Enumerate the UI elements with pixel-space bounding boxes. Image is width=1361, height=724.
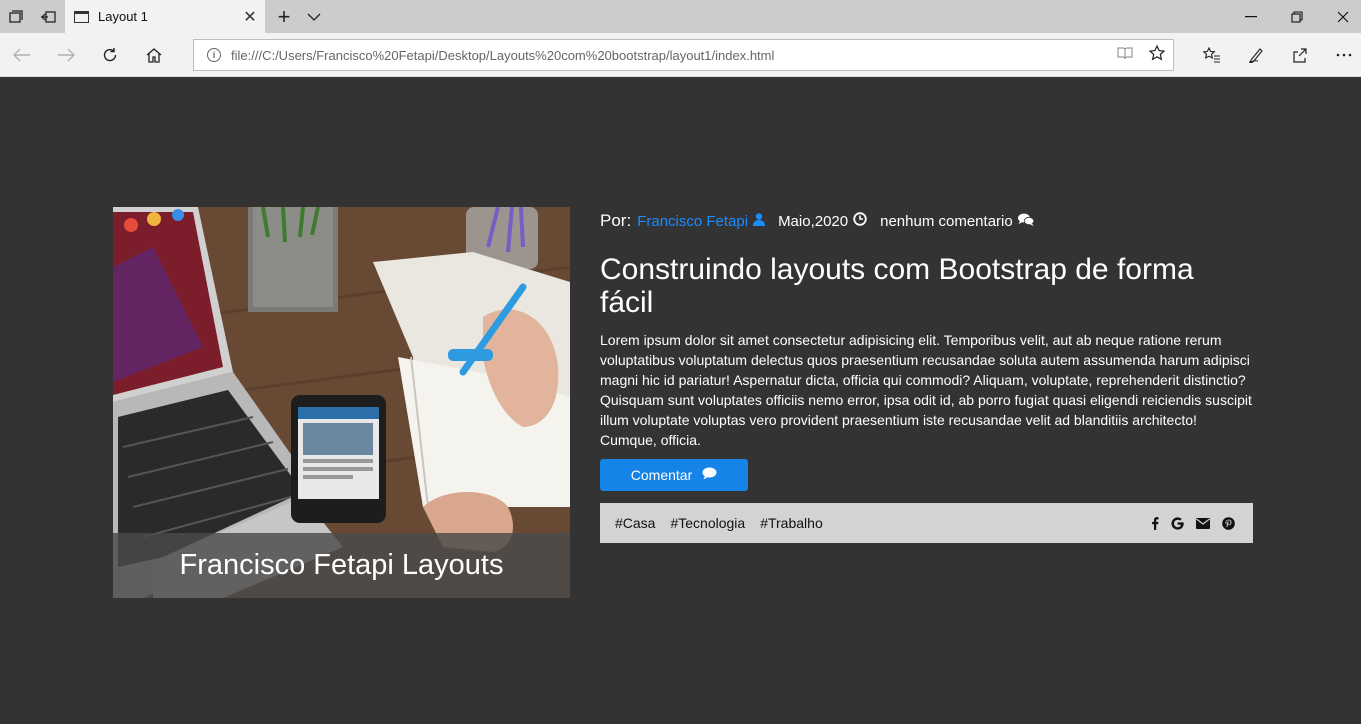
- post-title: Construindo layouts com Bootstrap de for…: [600, 253, 1194, 319]
- pen-icon[interactable]: [1234, 33, 1278, 77]
- refresh-icon[interactable]: [88, 33, 132, 77]
- reading-view-icon[interactable]: [1109, 46, 1141, 64]
- comment-bubble-icon: [702, 467, 717, 483]
- site-info-icon[interactable]: i: [207, 48, 221, 62]
- home-icon[interactable]: [132, 33, 176, 77]
- post-meta: Por: Francisco Fetapi Maio,2020 nenhum c…: [600, 210, 1034, 232]
- address-bar[interactable]: i file:///C:/Users/Francisco%20Fetapi/De…: [193, 39, 1174, 71]
- hero-image: Francisco Fetapi Layouts: [113, 207, 570, 598]
- clock-icon: [853, 212, 867, 230]
- page-icon: [74, 10, 89, 23]
- tag-link[interactable]: #Trabalho: [760, 515, 823, 531]
- facebook-icon[interactable]: [1151, 516, 1159, 530]
- forward-icon[interactable]: [44, 33, 88, 77]
- post-body: Lorem ipsum dolor sit amet consectetur a…: [600, 332, 1252, 448]
- set-aside-tabs-icon[interactable]: [32, 0, 64, 33]
- comments-icon: [1017, 213, 1034, 230]
- tag-link[interactable]: #Tecnologia: [670, 515, 745, 531]
- share-icon[interactable]: [1278, 33, 1322, 77]
- favorites-icon[interactable]: [1190, 33, 1234, 77]
- tag-bar: #Casa #Tecnologia #Trabalho: [600, 503, 1253, 543]
- tab-manager-icon[interactable]: [0, 0, 32, 33]
- tab-layout-1[interactable]: Layout 1 ✕: [65, 0, 265, 33]
- envelope-icon[interactable]: [1196, 517, 1210, 529]
- pinterest-icon[interactable]: [1222, 516, 1235, 530]
- more-options-icon[interactable]: [1322, 33, 1361, 77]
- url-text[interactable]: file:///C:/Users/Francisco%20Fetapi/Desk…: [231, 48, 1109, 63]
- restore-icon[interactable]: [1274, 0, 1320, 33]
- comment-button[interactable]: Comentar: [600, 459, 748, 491]
- close-tab-icon[interactable]: ✕: [235, 7, 265, 27]
- favorite-star-icon[interactable]: [1141, 44, 1173, 65]
- tab-title: Layout 1: [98, 9, 148, 24]
- minimize-icon[interactable]: [1228, 0, 1274, 33]
- tag-link[interactable]: #Casa: [615, 515, 655, 531]
- hero-caption: Francisco Fetapi Layouts: [113, 533, 570, 598]
- comment-count: nenhum comentario: [880, 212, 1013, 230]
- back-icon[interactable]: [0, 33, 44, 77]
- post-date: Maio,2020: [778, 212, 849, 230]
- chevron-down-icon[interactable]: [300, 0, 328, 33]
- social-links: [1139, 503, 1235, 543]
- new-tab-icon[interactable]: +: [270, 0, 298, 33]
- user-icon: [753, 212, 766, 230]
- navigation-bar: i file:///C:/Users/Francisco%20Fetapi/De…: [0, 33, 1361, 77]
- close-window-icon[interactable]: [1320, 0, 1361, 33]
- by-label: Por:: [600, 211, 632, 230]
- tab-bar: Layout 1 ✕ +: [0, 0, 1361, 33]
- author-link[interactable]: Francisco Fetapi: [637, 213, 748, 230]
- google-icon[interactable]: [1171, 516, 1184, 530]
- comment-button-label: Comentar: [630, 467, 693, 483]
